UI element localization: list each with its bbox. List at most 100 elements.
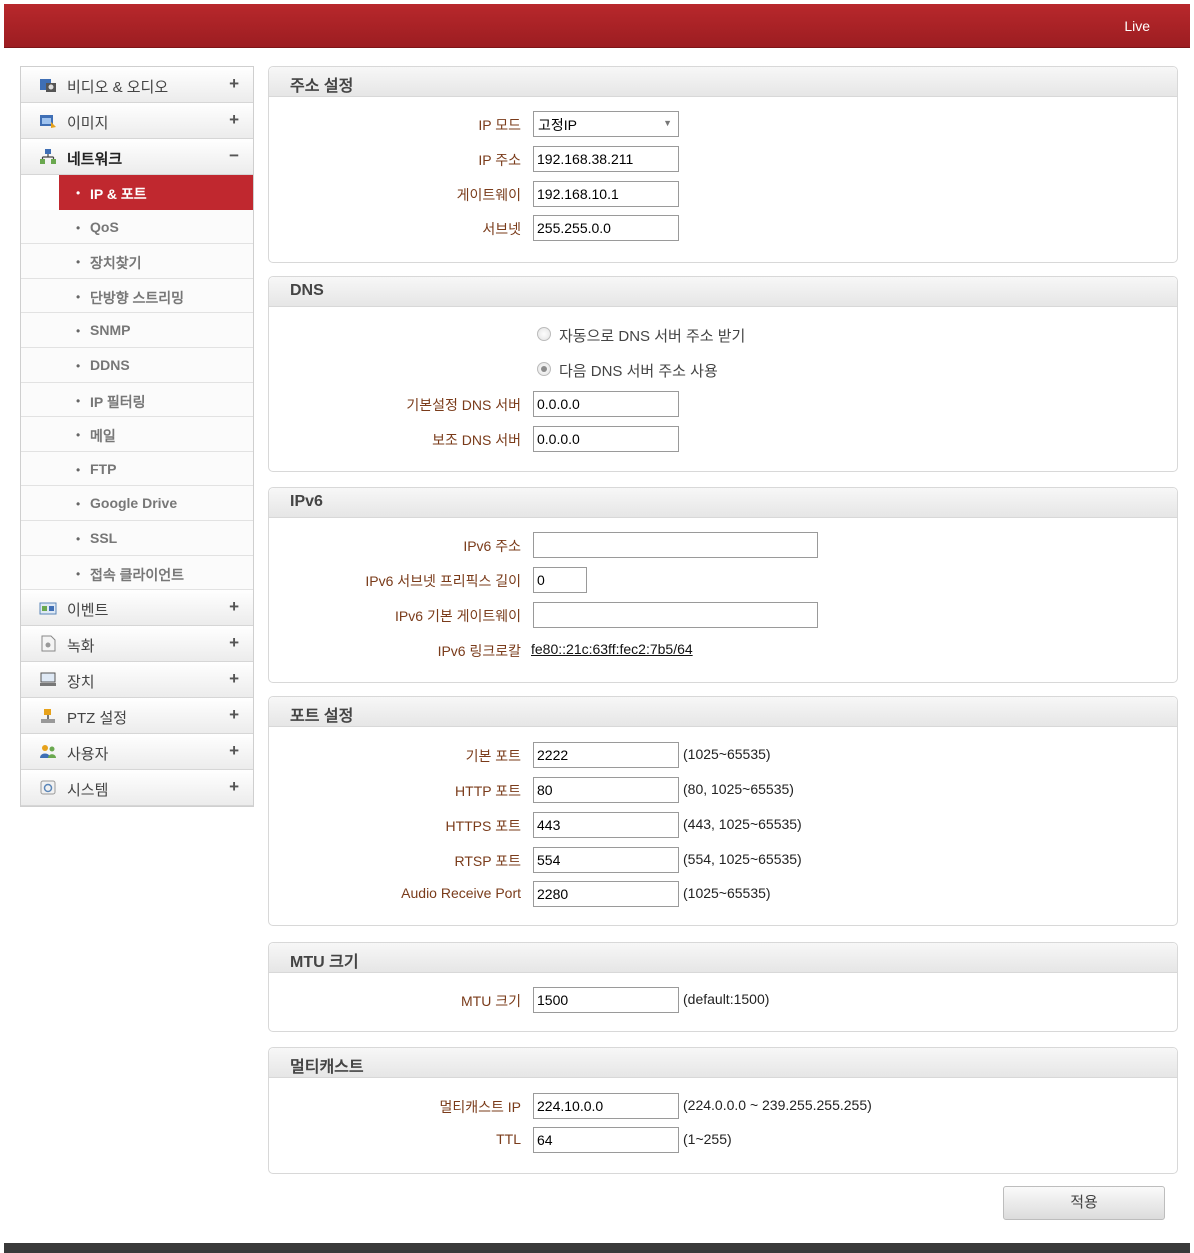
sidebar-subitem-qos[interactable]: • QoS <box>21 209 253 245</box>
https-port-input[interactable] <box>533 812 679 838</box>
section-title: 멀티캐스트 <box>269 1048 1177 1078</box>
bullet-icon: • <box>76 186 81 200</box>
multicast-ip-hint: (224.0.0.0 ~ 239.255.255.255) <box>683 1097 872 1113</box>
ipv6-gateway-input[interactable] <box>533 602 818 628</box>
sidebar-subitem-google-drive[interactable]: • Google Drive <box>21 486 253 521</box>
apply-button[interactable]: 적용 <box>1003 1186 1165 1220</box>
ipv6-link-local-row: IPv6 링크로칼 fe80::21c:63ff:fec2:7b5/64 <box>269 637 1177 663</box>
record-icon <box>41 635 56 652</box>
user-icon <box>40 745 56 759</box>
ttl-input[interactable] <box>533 1127 679 1153</box>
sidebar-subitem-connected-clients[interactable]: • 접속 클라이언트 <box>21 555 253 591</box>
sidebar-item-ptz[interactable]: PTZ 설정 + <box>21 698 253 735</box>
ip-mode-label: IP 모드 <box>478 117 521 133</box>
sidebar-item-user[interactable]: 사용자 + <box>21 734 253 771</box>
sidebar-subitem-ddns[interactable]: • DDNS <box>21 347 253 383</box>
secondary-dns-input[interactable] <box>533 426 679 452</box>
ipv6-gateway-row: IPv6 기본 게이트웨이 <box>269 602 1177 628</box>
ipv6-link-local-value[interactable]: fe80::21c:63ff:fec2:7b5/64 <box>531 641 693 657</box>
expand-icon[interactable]: + <box>229 705 239 725</box>
ipv6-prefix-input[interactable] <box>533 567 587 593</box>
port-settings-section: 포트 설정 기본 포트 (1025~65535) HTTP 포트 (80, 10… <box>268 696 1178 926</box>
section-title: IPv6 <box>269 488 1177 518</box>
expand-icon[interactable]: + <box>229 633 239 653</box>
port-range-hint: (80, 1025~65535) <box>683 781 794 797</box>
http-port-input[interactable] <box>533 777 679 803</box>
dns-manual-label: 다음 DNS 서버 주소 사용 <box>559 363 718 380</box>
section-title: DNS <box>269 277 1177 307</box>
port-label: RTSP 포트 <box>454 853 521 869</box>
mtu-row: MTU 크기 (default:1500) <box>269 987 1177 1013</box>
sidebar-item-label: 장치 <box>67 674 95 692</box>
sidebar-item-system[interactable]: 시스템 + <box>21 770 253 807</box>
bullet-icon: • <box>76 462 81 477</box>
sidebar-subitem-label: SNMP <box>90 322 131 339</box>
ip-mode-select[interactable]: 고정IP ▼ <box>533 111 679 137</box>
subnet-input[interactable] <box>533 215 679 241</box>
expand-icon[interactable]: + <box>229 74 239 94</box>
sidebar-item-device[interactable]: 장치 + <box>21 662 253 699</box>
ipv6-address-label: IPv6 주소 <box>463 538 521 554</box>
section-title: 포트 설정 <box>269 697 1177 727</box>
image-icon <box>40 115 56 128</box>
port-range-hint: (443, 1025~65535) <box>683 816 802 832</box>
expand-icon[interactable]: + <box>229 110 239 130</box>
ip-address-input[interactable] <box>533 146 679 172</box>
base-port-input[interactable] <box>533 742 679 768</box>
sidebar-item-recording[interactable]: 녹화 + <box>21 626 253 663</box>
top-bar: Live <box>4 4 1190 48</box>
primary-dns-input[interactable] <box>533 391 679 417</box>
sidebar-subitem-ip-port[interactable]: • IP & 포트 <box>59 175 253 210</box>
sidebar-item-label: 이미지 <box>67 115 109 132</box>
subnet-label: 서브넷 <box>482 221 521 237</box>
sidebar-menu: 비디오 & 오디오 + 이미지 + 네트워크 − • IP & 포트 • QoS… <box>20 66 254 808</box>
collapse-icon[interactable]: − <box>229 146 239 166</box>
audio-receive-port-input[interactable] <box>533 881 679 907</box>
address-settings-section: 주소 설정 IP 모드 고정IP ▼ IP 주소 게이트웨이 서브넷 <box>268 66 1178 263</box>
mtu-label: MTU 크기 <box>461 993 521 1009</box>
port-row: 기본 포트 (1025~65535) <box>269 742 1177 768</box>
port-label: HTTPS 포트 <box>445 818 521 834</box>
sidebar-subitem-snmp[interactable]: • SNMP <box>21 313 253 348</box>
secondary-dns-label: 보조 DNS 서버 <box>432 432 521 448</box>
secondary-dns-row: 보조 DNS 서버 <box>269 426 1177 452</box>
mtu-input[interactable] <box>533 987 679 1013</box>
sidebar-item-event[interactable]: 이벤트 + <box>21 590 253 627</box>
port-range-hint: (1025~65535) <box>683 885 771 901</box>
sidebar-subitem-ip-filtering[interactable]: • IP 필터링 <box>21 382 253 418</box>
sidebar-subitem-unidirectional-streaming[interactable]: • 단방향 스트리밍 <box>21 278 253 314</box>
rtsp-port-input[interactable] <box>533 847 679 873</box>
dns-manual-radio[interactable] <box>537 362 551 376</box>
ttl-label: TTL <box>496 1131 521 1147</box>
bullet-icon: • <box>76 531 81 546</box>
ttl-row: TTL (1~255) <box>269 1127 1177 1153</box>
sidebar-subitem-ssl[interactable]: • SSL <box>21 520 253 556</box>
sidebar-subitem-ftp[interactable]: • FTP <box>21 451 253 487</box>
ipv6-address-input[interactable] <box>533 532 818 558</box>
bullet-icon: • <box>76 428 81 443</box>
expand-icon[interactable]: + <box>229 669 239 689</box>
sidebar-subitem-label: IP 필터링 <box>90 393 146 410</box>
dns-auto-label: 자동으로 DNS 서버 주소 받기 <box>559 328 746 345</box>
sidebar-subitem-label: 접속 클라이언트 <box>90 566 185 583</box>
sidebar-item-label: 네트워크 <box>67 151 123 168</box>
ipv6-section: IPv6 IPv6 주소 IPv6 서브넷 프리픽스 길이 IPv6 기본 게이… <box>268 487 1178 683</box>
system-icon <box>40 780 56 795</box>
sidebar-item-video-audio[interactable]: 비디오 & 오디오 + <box>21 67 253 103</box>
device-icon <box>40 672 56 687</box>
sidebar-item-image[interactable]: 이미지 + <box>21 103 253 139</box>
live-link[interactable]: Live <box>1124 18 1150 34</box>
gateway-input[interactable] <box>533 181 679 207</box>
sidebar-subitem-mail[interactable]: • 메일 <box>21 417 253 452</box>
port-label: 기본 포트 <box>465 748 521 764</box>
multicast-ip-input[interactable] <box>533 1093 679 1119</box>
sidebar-item-label: 시스템 <box>67 782 109 800</box>
sidebar-subitem-device-discovery[interactable]: • 장치찾기 <box>21 244 253 279</box>
ip-mode-value: 고정IP <box>538 117 577 133</box>
mtu-section: MTU 크기 MTU 크기 (default:1500) <box>268 942 1178 1032</box>
dns-auto-radio[interactable] <box>537 327 551 341</box>
sidebar-item-network[interactable]: 네트워크 − <box>21 139 253 175</box>
expand-icon[interactable]: + <box>229 777 239 797</box>
expand-icon[interactable]: + <box>229 597 239 617</box>
expand-icon[interactable]: + <box>229 741 239 761</box>
